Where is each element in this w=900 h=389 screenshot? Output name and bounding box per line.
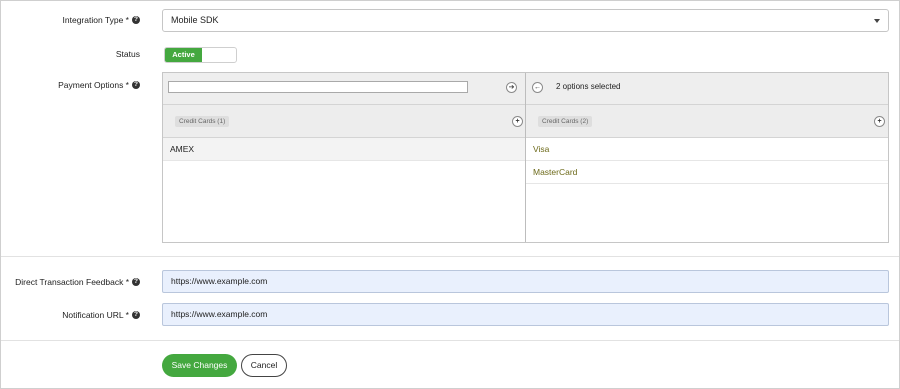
integration-type-label-text: Integration Type * — [62, 15, 129, 25]
status-toggle[interactable]: Active — [164, 47, 237, 63]
caret-down-icon — [874, 19, 880, 23]
integration-type-label: Integration Type * ? — [63, 15, 140, 25]
status-label: Status — [116, 49, 140, 59]
filter-input[interactable] — [168, 81, 468, 93]
question-circle-icon[interactable]: ? — [132, 81, 140, 89]
selected-options-pane: ← 2 options selected Credit Cards (2) + … — [526, 73, 888, 242]
status-toggle-active: Active — [165, 48, 202, 62]
plus-circle-icon[interactable]: + — [512, 116, 523, 127]
direct-feedback-label: Direct Transaction Feedback * ? — [15, 277, 140, 287]
list-item[interactable]: Visa — [526, 138, 888, 161]
question-circle-icon[interactable]: ? — [132, 16, 140, 24]
payment-options-label-text: Payment Options * — [58, 80, 129, 90]
dual-list-box: ➔ Credit Cards (1) + AMEX ← 2 options se… — [162, 72, 889, 243]
notification-url-input[interactable]: https://www.example.com — [162, 303, 889, 326]
notification-url-label: Notification URL * ? — [62, 310, 140, 320]
notification-url-label-text: Notification URL * — [62, 310, 129, 320]
list-item[interactable]: AMEX — [163, 138, 525, 161]
selected-group-tag[interactable]: Credit Cards (2) — [538, 116, 593, 127]
save-changes-button[interactable]: Save Changes — [162, 354, 237, 377]
integration-type-select[interactable]: Mobile SDK — [162, 9, 889, 32]
divider — [1, 340, 899, 341]
question-circle-icon[interactable]: ? — [132, 278, 140, 286]
direct-feedback-input[interactable]: https://www.example.com — [162, 270, 889, 293]
plus-circle-icon[interactable]: + — [874, 116, 885, 127]
available-options-pane: ➔ Credit Cards (1) + AMEX — [163, 73, 526, 242]
list-item[interactable]: MasterCard — [526, 161, 888, 184]
divider — [1, 256, 899, 257]
status-label-text: Status — [115, 49, 140, 59]
available-group-header: Credit Cards (1) + — [163, 105, 525, 138]
integration-type-value: Mobile SDK — [171, 15, 219, 25]
question-circle-icon[interactable]: ? — [132, 311, 140, 319]
selected-count: 2 options selected — [556, 82, 621, 91]
selected-group-header: Credit Cards (2) + — [526, 105, 888, 138]
arrow-right-circle-icon[interactable]: ➔ — [506, 82, 517, 93]
available-group-tag[interactable]: Credit Cards (1) — [175, 116, 230, 127]
payment-options-label: Payment Options * ? — [58, 80, 140, 90]
selected-options-header: ← 2 options selected — [526, 73, 888, 105]
cancel-button[interactable]: Cancel — [241, 354, 287, 377]
direct-feedback-label-text: Direct Transaction Feedback * — [15, 277, 129, 287]
arrow-left-circle-icon[interactable]: ← — [532, 82, 543, 93]
settings-form: Integration Type * ? Mobile SDK Status A… — [0, 0, 900, 389]
available-options-header: ➔ — [163, 73, 525, 105]
